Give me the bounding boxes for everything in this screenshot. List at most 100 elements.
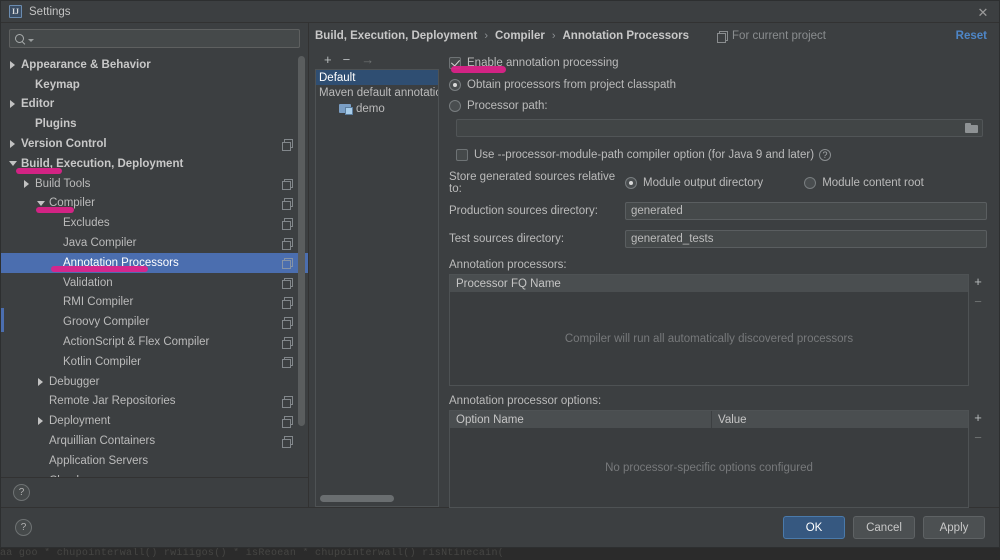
sidebar-footer: ? bbox=[1, 477, 308, 507]
production-sources-label: Production sources directory: bbox=[449, 205, 598, 217]
test-sources-value: generated_tests bbox=[631, 233, 714, 245]
profile-item-default[interactable]: Default bbox=[316, 70, 438, 85]
profile-list-hscrollbar[interactable] bbox=[320, 495, 394, 502]
sidebar-scrollbar[interactable] bbox=[298, 56, 305, 426]
add-processor-button[interactable]: + bbox=[974, 275, 982, 288]
processors-column-fqname[interactable]: Processor FQ Name bbox=[450, 275, 968, 292]
sidebar-item-keymap[interactable]: Keymap bbox=[1, 75, 308, 95]
module-content-root-radio[interactable] bbox=[804, 176, 817, 189]
dialog-titlebar: IJ Settings ✕ bbox=[1, 1, 999, 23]
copy-settings-icon bbox=[282, 416, 293, 428]
sidebar-item-kotlin-compiler[interactable]: Kotlin Compiler bbox=[1, 352, 308, 372]
search-input[interactable] bbox=[34, 32, 294, 45]
sidebar-item-label: Application Servers bbox=[49, 454, 149, 467]
profile-pane: + − → Default Maven default annotation d… bbox=[315, 49, 439, 507]
options-column-name[interactable]: Option Name bbox=[450, 411, 712, 428]
module-output-directory-radio[interactable] bbox=[625, 176, 637, 189]
chevron-down-icon[interactable] bbox=[35, 200, 46, 206]
sidebar-item-version-control[interactable]: Version Control bbox=[1, 134, 308, 154]
store-relative-to-row: Store generated sources relative to: Mod… bbox=[449, 170, 987, 195]
chevron-right-icon[interactable] bbox=[21, 179, 32, 188]
sidebar-item-compiler[interactable]: Compiler bbox=[1, 194, 308, 214]
sidebar-item-label: Build, Execution, Deployment bbox=[21, 157, 184, 170]
annotation-processor-options-table: Option Name Value No processor-specific … bbox=[449, 410, 987, 508]
breadcrumb-item-0[interactable]: Build, Execution, Deployment bbox=[315, 30, 477, 42]
sidebar-item-groovy-compiler[interactable]: Groovy Compiler bbox=[1, 312, 308, 332]
apply-button[interactable]: Apply bbox=[923, 516, 985, 539]
sidebar-item-clouds[interactable]: Clouds bbox=[1, 471, 308, 477]
remove-profile-button[interactable]: − bbox=[343, 53, 351, 66]
help-button[interactable]: ? bbox=[13, 484, 30, 501]
sidebar-item-label: Excludes bbox=[63, 217, 110, 230]
options-table-box[interactable]: Option Name Value No processor-specific … bbox=[449, 410, 969, 508]
processor-path-row[interactable]: Processor path: bbox=[449, 96, 987, 115]
chevron-right-icon[interactable] bbox=[7, 100, 18, 109]
sidebar-item-build-tools[interactable]: Build Tools bbox=[1, 174, 308, 194]
profile-list[interactable]: Default Maven default annotation demo bbox=[315, 69, 439, 507]
sidebar-item-java-compiler[interactable]: Java Compiler bbox=[1, 233, 308, 253]
chevron-right-icon[interactable] bbox=[7, 140, 18, 149]
sidebar-item-rmi-compiler[interactable]: RMI Compiler bbox=[1, 293, 308, 313]
profile-label: Maven default annotation bbox=[319, 86, 439, 99]
profile-label: Default bbox=[319, 71, 356, 84]
production-sources-value: generated bbox=[631, 205, 683, 217]
remove-option-button[interactable]: − bbox=[974, 431, 982, 444]
processors-table-box[interactable]: Processor FQ Name Compiler will run all … bbox=[449, 274, 969, 386]
add-option-button[interactable]: + bbox=[974, 411, 982, 424]
sidebar-item-excludes[interactable]: Excludes bbox=[1, 213, 308, 233]
chevron-right-icon[interactable] bbox=[35, 417, 46, 426]
breadcrumb-item-1[interactable]: Compiler bbox=[495, 30, 545, 42]
sidebar-item-annotation-processors[interactable]: Annotation Processors bbox=[1, 252, 308, 273]
reset-link[interactable]: Reset bbox=[956, 30, 987, 42]
breadcrumb-separator: › bbox=[551, 30, 556, 42]
production-sources-input[interactable]: generated bbox=[625, 202, 987, 220]
sidebar-item-appearance-behavior[interactable]: Appearance & Behavior bbox=[1, 55, 308, 75]
processor-path-radio[interactable] bbox=[449, 99, 461, 112]
sidebar-item-label: Validation bbox=[63, 276, 113, 289]
processor-module-path-checkbox[interactable] bbox=[456, 148, 468, 161]
settings-sidebar: Appearance & Behavior Keymap Editor Plugins… bbox=[1, 23, 309, 507]
sidebar-item-build-execution-deployment[interactable]: Build, Execution, Deployment bbox=[1, 154, 308, 174]
processor-path-field[interactable] bbox=[456, 119, 983, 137]
sidebar-item-plugins[interactable]: Plugins bbox=[1, 114, 308, 134]
copy-settings-icon bbox=[282, 297, 293, 309]
sidebar-item-label: Remote Jar Repositories bbox=[49, 395, 176, 408]
settings-tree-scroll[interactable]: Appearance & Behavior Keymap Editor Plugins… bbox=[1, 53, 308, 477]
folder-icon[interactable] bbox=[965, 123, 978, 133]
chevron-down-icon[interactable] bbox=[7, 161, 18, 167]
chevron-right-icon[interactable] bbox=[7, 60, 18, 69]
search-box[interactable] bbox=[9, 29, 300, 48]
ok-button[interactable]: OK bbox=[783, 516, 845, 539]
profile-item-maven-default[interactable]: Maven default annotation bbox=[316, 85, 438, 100]
sidebar-item-deployment[interactable]: Deployment bbox=[1, 411, 308, 431]
test-sources-input[interactable]: generated_tests bbox=[625, 230, 987, 248]
enable-annotation-processing-checkbox[interactable] bbox=[449, 56, 461, 69]
scope-label: For current project bbox=[732, 30, 826, 42]
profile-module-demo[interactable]: demo bbox=[316, 100, 438, 117]
move-to-profile-button[interactable]: → bbox=[361, 53, 374, 66]
store-relative-to-label: Store generated sources relative to: bbox=[449, 170, 616, 195]
remove-processor-button[interactable]: − bbox=[974, 295, 982, 308]
cancel-button[interactable]: Cancel bbox=[853, 516, 915, 539]
sidebar-item-editor[interactable]: Editor bbox=[1, 95, 308, 115]
processors-table-buttons: + − bbox=[969, 274, 987, 386]
obtain-from-classpath-row[interactable]: Obtain processors from project classpath bbox=[449, 75, 987, 94]
module-icon bbox=[339, 103, 353, 115]
obtain-from-classpath-radio[interactable] bbox=[449, 78, 461, 91]
sidebar-item-arquillian-containers[interactable]: Arquillian Containers bbox=[1, 431, 308, 451]
sidebar-item-debugger[interactable]: Debugger bbox=[1, 372, 308, 392]
options-column-value[interactable]: Value bbox=[712, 411, 968, 428]
annotation-processors-label: Annotation processors: bbox=[449, 259, 567, 271]
enable-annotation-processing-row[interactable]: Enable annotation processing bbox=[449, 53, 987, 72]
footer-help-button[interactable]: ? bbox=[15, 519, 32, 536]
sidebar-item-label: Version Control bbox=[21, 138, 107, 151]
chevron-right-icon[interactable] bbox=[35, 377, 46, 386]
sidebar-item-application-servers[interactable]: Application Servers bbox=[1, 451, 308, 471]
add-profile-button[interactable]: + bbox=[324, 53, 332, 66]
sidebar-item-validation[interactable]: Validation bbox=[1, 273, 308, 293]
help-circle-icon[interactable]: ? bbox=[819, 148, 832, 161]
sidebar-item-actionscript-flex-compiler[interactable]: ActionScript & Flex Compiler bbox=[1, 332, 308, 352]
close-icon[interactable]: ✕ bbox=[975, 4, 991, 20]
processor-module-path-row[interactable]: Use --processor-module-path compiler opt… bbox=[456, 145, 987, 164]
sidebar-item-remote-jar-repositories[interactable]: Remote Jar Repositories bbox=[1, 392, 308, 412]
